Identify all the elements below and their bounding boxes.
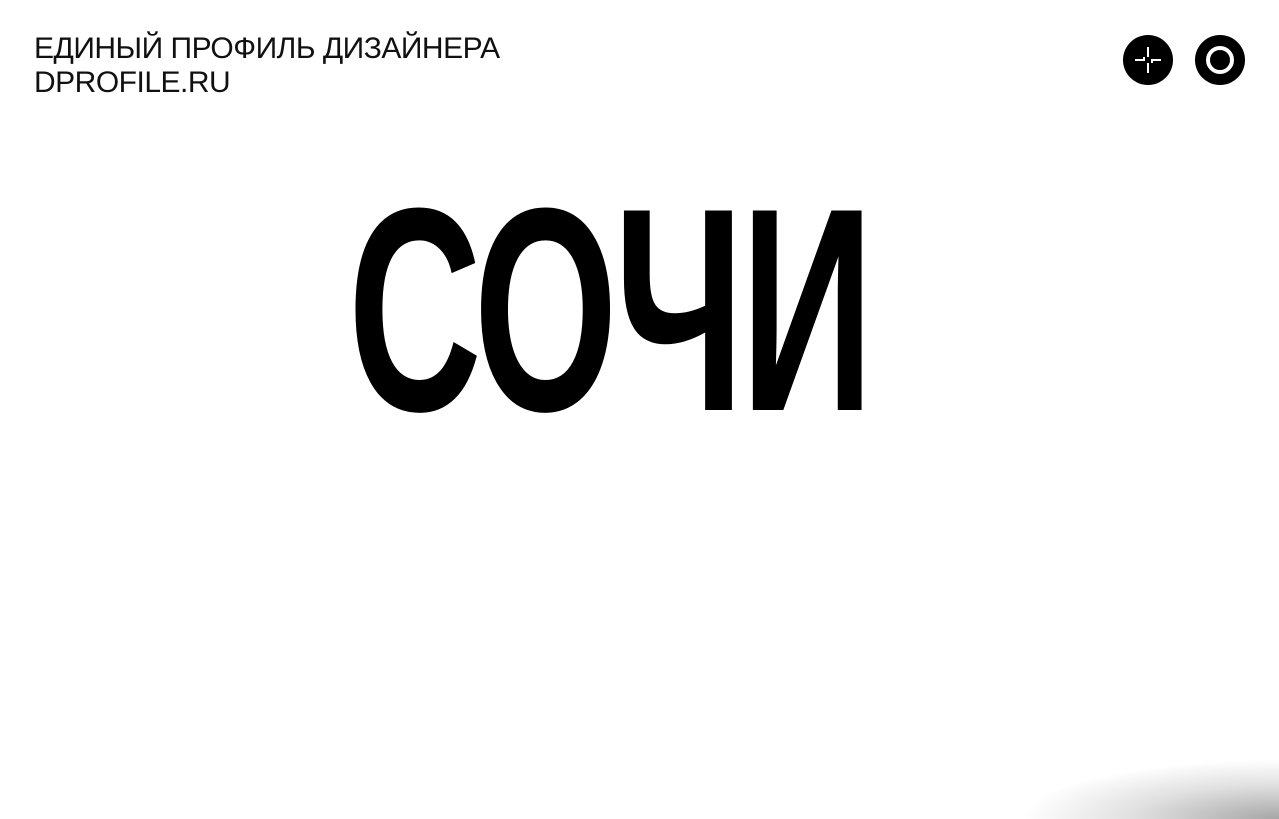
ring-icon bbox=[1203, 43, 1237, 77]
city-title: СОЧИ bbox=[347, 148, 873, 472]
hero: СОЧИ bbox=[0, 165, 1279, 455]
site-url[interactable]: DPROFILE.RU bbox=[34, 66, 500, 100]
site-title: ЕДИНЫЙ ПРОФИЛЬ ДИЗАЙНЕРА bbox=[34, 32, 500, 65]
sparkle-crosshair-button[interactable] bbox=[1123, 35, 1173, 85]
ring-button[interactable] bbox=[1195, 35, 1245, 85]
site-header[interactable]: ЕДИНЫЙ ПРОФИЛЬ ДИЗАЙНЕРА DPROFILE.RU bbox=[34, 32, 500, 100]
header-actions bbox=[1123, 35, 1245, 85]
corner-shadow bbox=[1019, 759, 1279, 819]
sparkle-crosshair-icon bbox=[1133, 45, 1163, 75]
